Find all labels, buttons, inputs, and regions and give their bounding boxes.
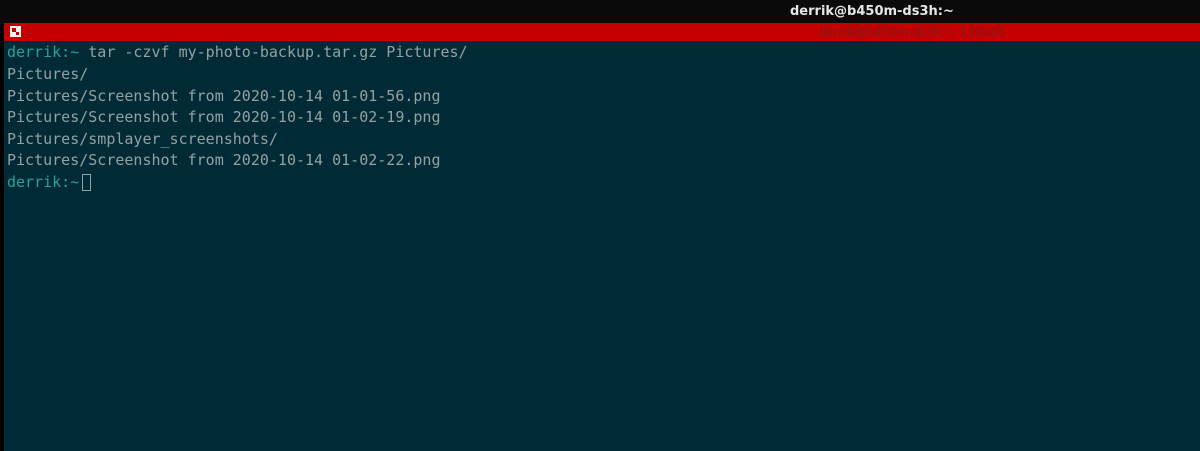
window-title-bar[interactable]: derrik@b450m-ds3h:~ <box>0 0 1200 23</box>
output-line: Pictures/ <box>7 65 89 83</box>
output-line: Pictures/Screenshot from 2020-10-14 01-0… <box>7 87 441 105</box>
final-prompt-user: derrik: <box>7 173 71 191</box>
output-line: Pictures/smplayer_screenshots/ <box>7 130 278 148</box>
final-prompt-line: derrik:~ <box>7 173 92 191</box>
command-text: tar -czvf my-photo-backup.tar.gz Picture… <box>88 43 468 61</box>
terminal-output-area[interactable]: derrik:~ tar -czvf my-photo-backup.tar.g… <box>4 41 1200 451</box>
terminal-tab-icon[interactable] <box>10 26 21 37</box>
terminal-window: derrik@b450m-ds3h:~ derrik@b450m-ds3h:~ … <box>0 0 1200 451</box>
command-line: derrik:~ tar -czvf my-photo-backup.tar.g… <box>7 43 468 61</box>
active-tab[interactable]: derrik@b450m-ds3h:~ 130x43 <box>4 23 1200 41</box>
prompt-dir: ~ <box>70 43 80 61</box>
output-line: Pictures/Screenshot from 2020-10-14 01-0… <box>7 151 441 169</box>
prompt-user: derrik: <box>7 43 71 61</box>
final-prompt-dir: ~ <box>70 173 80 191</box>
text-cursor[interactable] <box>82 174 92 191</box>
output-line: Pictures/Screenshot from 2020-10-14 01-0… <box>7 108 441 126</box>
tab-label: derrik@b450m-ds3h:~ 130x43 <box>819 25 1005 39</box>
tab-bar: derrik@b450m-ds3h:~ 130x43 <box>0 23 1200 41</box>
window-title: derrik@b450m-ds3h:~ <box>790 4 954 19</box>
